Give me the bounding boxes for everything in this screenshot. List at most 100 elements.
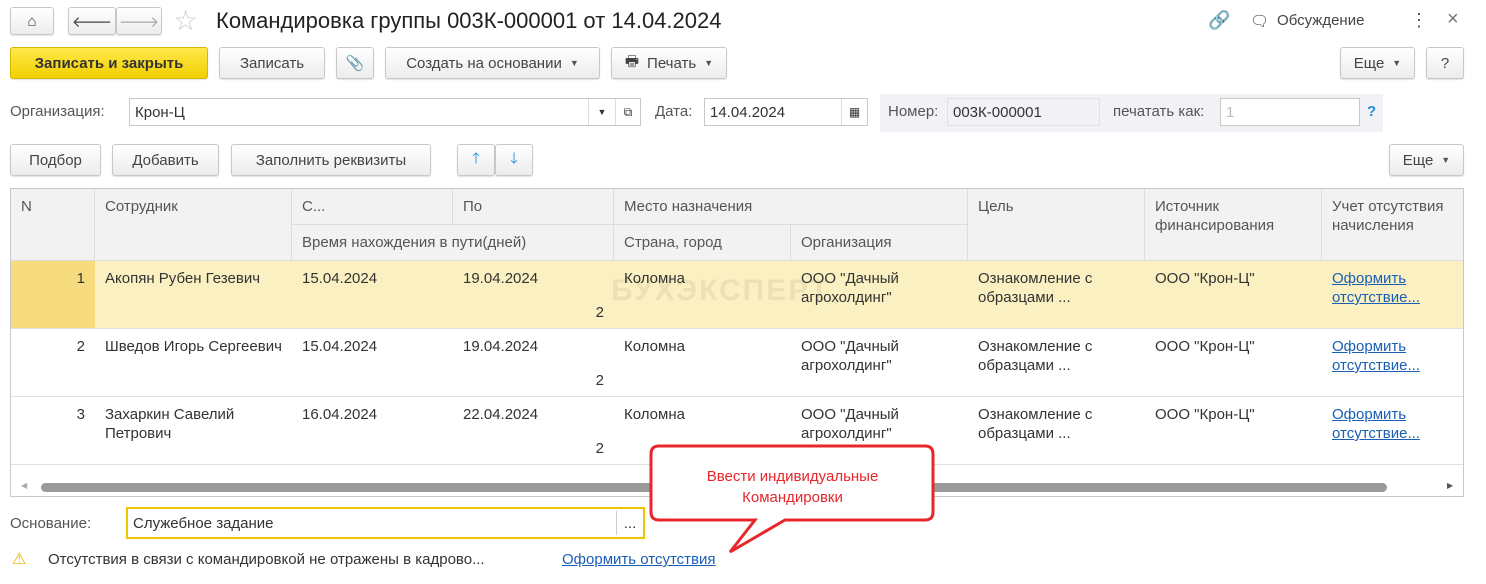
- print-button[interactable]: 🖶 Печать ▼: [611, 47, 727, 79]
- organization-value: Крон-Ц: [135, 103, 185, 121]
- arrow-down-icon: 🡓: [510, 149, 518, 167]
- date-field[interactable]: 14.04.2024 ▦: [704, 98, 868, 126]
- more-label: Еще: [1353, 54, 1385, 72]
- arrow-right-icon: 🡒: [118, 13, 160, 31]
- table-row[interactable]: 2 Шведов Игорь Сергеевич 15.04.2024 19.04.2…: [11, 329, 1463, 397]
- number-label: Номер:: [888, 103, 939, 120]
- cell-employee: Захаркин Савелий Петрович: [105, 406, 235, 442]
- printer-icon: 🖶: [624, 52, 640, 70]
- print-as-help[interactable]: ?: [1367, 103, 1376, 120]
- callout-text: Ввести индивидуальные Командировки: [706, 468, 879, 506]
- move-up-button[interactable]: 🡑: [457, 144, 495, 176]
- col-from[interactable]: С...: [292, 189, 453, 225]
- chevron-down-icon: ▼: [704, 58, 714, 68]
- save-and-close-button[interactable]: Записать и закрыть: [10, 47, 208, 79]
- home-button[interactable]: ⌂: [10, 7, 54, 35]
- organization-field[interactable]: Крон-Ц ▼ ⧉: [129, 98, 641, 126]
- chevron-down-icon: ▼: [569, 58, 579, 68]
- add-button[interactable]: Добавить: [112, 144, 219, 176]
- chevron-down-icon[interactable]: ▼: [588, 99, 615, 125]
- col-n[interactable]: N: [11, 189, 95, 261]
- col-funding[interactable]: Источник финансирования: [1145, 189, 1322, 261]
- basis-value: Служебное задание: [133, 514, 274, 532]
- col-purpose[interactable]: Цель: [968, 189, 1145, 261]
- help-button[interactable]: ?: [1426, 47, 1464, 79]
- attach-button[interactable]: 📎: [336, 47, 374, 79]
- basis-field[interactable]: Служебное задание ...: [126, 507, 645, 539]
- chevron-down-icon: ▼: [1441, 155, 1451, 165]
- col-to[interactable]: По: [453, 189, 614, 225]
- cell-from: 15.04.2024: [302, 338, 378, 355]
- cell-n: 1: [76, 270, 85, 287]
- watermark: БУХЭКСПЕРТ: [611, 274, 831, 307]
- favorite-star-icon[interactable]: ☆: [173, 4, 198, 37]
- number-field[interactable]: 003К-000001: [947, 98, 1100, 126]
- cell-purpose: Ознакомление с образцами ...: [978, 406, 1093, 442]
- forward-button[interactable]: 🡒: [116, 7, 162, 35]
- cell-absence-link[interactable]: Оформить отсутствие...: [1322, 405, 1463, 443]
- date-label: Дата:: [655, 103, 693, 120]
- chat-icon: 🗨: [1250, 13, 1270, 30]
- discussion-label: Обсуждение: [1277, 12, 1365, 29]
- cell-to: 19.04.2024: [463, 270, 539, 287]
- calendar-icon[interactable]: ▦: [841, 99, 867, 125]
- date-value: 14.04.2024: [710, 103, 786, 121]
- cell-employee: Акопян Рубен Гезевич: [105, 270, 261, 287]
- print-label: Печать: [647, 54, 697, 72]
- table-more-label: Еще: [1402, 151, 1434, 169]
- save-button[interactable]: Записать: [219, 47, 325, 79]
- scroll-left-icon[interactable]: ◀: [21, 481, 27, 490]
- table-more-button[interactable]: Еще ▼: [1389, 144, 1464, 176]
- cell-organization: ООО "Дачный агрохолдинг": [801, 338, 899, 374]
- arrow-up-icon: 🡑: [472, 149, 480, 167]
- cell-city: Коломна: [624, 406, 685, 423]
- chevron-down-icon: ▼: [1392, 58, 1402, 68]
- cell-travel-days: 2: [595, 440, 604, 457]
- discussion-button[interactable]: 🗨 Обсуждение: [1250, 12, 1364, 30]
- col-destination[interactable]: Место назначения: [614, 189, 968, 225]
- more-vert-icon[interactable]: ⋮: [1410, 10, 1428, 31]
- cell-absence-link[interactable]: Оформить отсутствие...: [1322, 269, 1463, 307]
- close-icon[interactable]: ×: [1447, 8, 1459, 31]
- move-down-button[interactable]: 🡓: [495, 144, 533, 176]
- print-as-field[interactable]: 1: [1220, 98, 1360, 126]
- open-icon[interactable]: ⧉: [615, 99, 640, 125]
- print-as-label: печатать как:: [1113, 103, 1205, 120]
- cell-absence-link[interactable]: Оформить отсутствие...: [1322, 337, 1463, 375]
- page-title: Командировка группы 003К-000001 от 14.04…: [216, 8, 722, 33]
- cell-travel-days: 2: [595, 304, 604, 321]
- arrow-left-icon: 🡐: [71, 13, 113, 31]
- scroll-right-icon[interactable]: ▶: [1447, 481, 1453, 490]
- link-icon[interactable]: 🔗: [1208, 10, 1230, 31]
- cell-funding: ООО "Крон-Ц": [1155, 338, 1255, 355]
- cell-n: 2: [76, 338, 85, 355]
- col-employee[interactable]: Сотрудник: [95, 189, 292, 261]
- cell-organization: ООО "Дачный агрохолдинг": [801, 406, 899, 442]
- cell-employee: Шведов Игорь Сергеевич: [105, 338, 282, 355]
- home-icon: ⌂: [27, 12, 37, 30]
- cell-city: Коломна: [624, 338, 685, 355]
- paperclip-icon: 📎: [345, 55, 365, 72]
- cell-funding: ООО "Крон-Ц": [1155, 406, 1255, 423]
- cell-to: 22.04.2024: [463, 406, 539, 423]
- basis-select-button[interactable]: ...: [616, 511, 643, 535]
- col-organization[interactable]: Организация: [791, 225, 968, 261]
- cell-purpose: Ознакомление с образцами ...: [978, 338, 1093, 374]
- back-button[interactable]: 🡐: [68, 7, 116, 35]
- basis-label: Основание:: [10, 515, 92, 532]
- fill-details-button[interactable]: Заполнить реквизиты: [231, 144, 431, 176]
- create-based-on-button[interactable]: Создать на основании ▼: [385, 47, 600, 79]
- warning-text: Отсутствия в связи с командировкой не от…: [48, 551, 485, 568]
- warning-icon: ⚠: [12, 551, 27, 568]
- cell-n: 3: [76, 406, 85, 423]
- cell-from: 15.04.2024: [302, 270, 378, 287]
- pick-button[interactable]: Подбор: [10, 144, 101, 176]
- col-city[interactable]: Страна, город: [614, 225, 791, 261]
- col-absence[interactable]: Учет отсутствия начисления: [1322, 189, 1463, 261]
- create-based-label: Создать на основании: [406, 54, 562, 72]
- col-travel-days[interactable]: Время нахождения в пути(дней): [292, 225, 614, 261]
- cell-funding: ООО "Крон-Ц": [1155, 270, 1255, 287]
- cell-from: 16.04.2024: [302, 406, 378, 423]
- cell-travel-days: 2: [595, 372, 604, 389]
- more-button[interactable]: Еще ▼: [1340, 47, 1415, 79]
